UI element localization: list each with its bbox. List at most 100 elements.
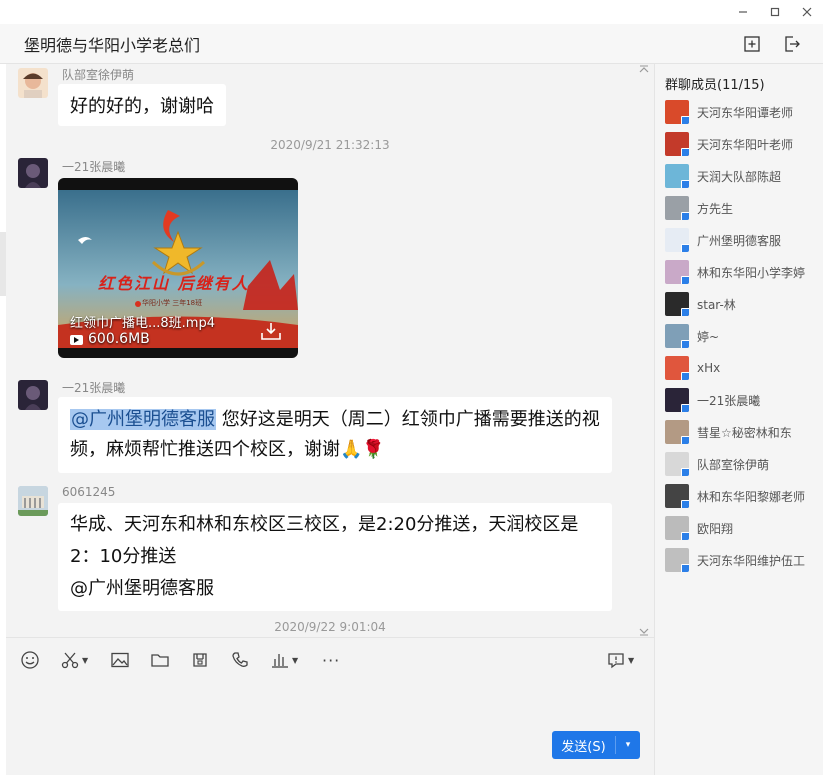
member-avatar (665, 420, 689, 444)
video-school-text: 华阳小学 三年18班 (142, 299, 203, 307)
input-toolbar: ▼ ▼ ··· ▼ (6, 637, 654, 681)
avatar[interactable] (18, 68, 48, 98)
member-avatar (665, 228, 689, 252)
scroll-up-icon[interactable] (638, 64, 650, 76)
sender-name: 一21张晨曦 (62, 381, 126, 395)
screenshot-cut-button[interactable]: ▼ (60, 650, 88, 670)
member-item[interactable]: 婷~ (665, 322, 823, 350)
chart-icon (272, 654, 288, 668)
exit-icon (785, 36, 800, 52)
mention-tag[interactable]: @广州堡明德客服 (70, 409, 216, 430)
member-item[interactable]: 一21张晨曦 (665, 386, 823, 414)
member-avatar (665, 292, 689, 316)
member-name: 一21张晨曦 (697, 393, 761, 408)
chevron-down-icon: ▼ (82, 655, 89, 665)
scissors-icon (61, 652, 79, 669)
member-name: 彗星☆秘密林和东 (697, 425, 792, 440)
minimize-button[interactable] (727, 0, 759, 24)
member-item[interactable]: 林和东华阳小学李婷 (665, 258, 823, 286)
vote-button[interactable]: ▼ (270, 650, 298, 670)
chat-title: 堡明德与华阳小学老总们 (24, 36, 201, 55)
history-button[interactable]: ▼ (606, 650, 634, 670)
member-name: 广州堡明德客服 (697, 233, 782, 248)
image-button[interactable] (110, 650, 130, 670)
member-item[interactable]: 天河东华阳谭老师 (665, 98, 823, 126)
avatar[interactable] (18, 158, 48, 188)
member-name: 天润大队部陈超 (697, 169, 782, 184)
member-avatar (665, 388, 689, 412)
video-banner-text: 红色江山 后继有人 (98, 274, 250, 293)
emoji-icon (21, 651, 39, 669)
more-button[interactable]: ··· (322, 650, 340, 670)
mobile-badge-icon (681, 532, 689, 540)
member-item[interactable]: 天河东华阳维护伍工 (665, 546, 823, 574)
member-item[interactable]: 林和东华阳黎娜老师 (665, 482, 823, 510)
mobile-badge-icon (681, 404, 689, 412)
member-avatar (665, 452, 689, 476)
video-filename: 红领巾广播电...8班.mp4 (70, 316, 215, 331)
mobile-badge-icon (681, 500, 689, 508)
message-bubble[interactable]: @广州堡明德客服 您好这是明天（周二）红领巾广播需要推送的视频，麻烦帮忙推送四个… (58, 397, 612, 473)
member-avatar (665, 484, 689, 508)
member-avatar (665, 516, 689, 540)
message-list[interactable]: 队部室徐伊萌 好的好的，谢谢哈 2020/9/21 21:32:13 一21张晨… (6, 64, 654, 637)
member-item[interactable]: star-林 (665, 290, 823, 318)
member-avatar (665, 196, 689, 220)
maximize-icon (770, 7, 780, 17)
video-message[interactable]: 红色江山 后继有人 华阳小学 三年18班 红领巾广播电...8班.mp4 600… (58, 178, 298, 358)
video-play-icon (70, 335, 83, 345)
member-name: 天河东华阳叶老师 (697, 137, 794, 152)
phone-icon (232, 652, 248, 667)
member-name: 天河东华阳维护伍工 (697, 553, 806, 568)
member-item[interactable]: 天河东华阳叶老师 (665, 130, 823, 158)
window-controls (727, 0, 823, 24)
file-button[interactable] (150, 650, 170, 670)
avatar[interactable] (18, 486, 48, 516)
download-icon[interactable] (260, 320, 282, 342)
member-avatar (665, 100, 689, 124)
message-input[interactable]: 发送(S) ▾ (6, 681, 654, 775)
member-item[interactable]: 队部室徐伊萌 (665, 450, 823, 478)
member-avatar (665, 260, 689, 284)
mobile-badge-icon (681, 436, 689, 444)
send-options-dropdown[interactable]: ▾ (616, 740, 640, 750)
message-bubble[interactable]: 好的好的，谢谢哈 (58, 84, 226, 126)
timestamp: 2020/9/22 9:01:04 (274, 620, 386, 634)
member-item[interactable]: 天润大队部陈超 (665, 162, 823, 190)
emoji-button[interactable] (20, 650, 40, 670)
message-bubble[interactable]: 华成、天河东和林和东校区三校区，是2:20分推送，天润校区是 2：10分推送 @… (58, 503, 612, 611)
exit-group-button[interactable] (782, 34, 802, 54)
chevron-down-icon: ▼ (292, 655, 299, 665)
member-item[interactable]: 欧阳翔 (665, 514, 823, 542)
sender-name: 队部室徐伊萌 (62, 68, 135, 82)
mobile-badge-icon (681, 468, 689, 476)
more-icon: ··· (322, 650, 341, 670)
member-name: xHx (697, 361, 721, 375)
mobile-badge-icon (681, 148, 689, 156)
member-name: 天河东华阳谭老师 (697, 105, 794, 120)
member-item[interactable]: 方先生 (665, 194, 823, 222)
close-button[interactable] (791, 0, 823, 24)
rose-emoji: 🌹 (362, 439, 385, 460)
pray-emoji: 🙏 (340, 439, 363, 460)
sender-name: 一21张晨曦 (62, 160, 126, 174)
member-item[interactable]: 彗星☆秘密林和东 (665, 418, 823, 446)
add-member-button[interactable] (742, 34, 762, 54)
member-name: 队部室徐伊萌 (697, 457, 770, 472)
send-button[interactable]: 发送(S) ▾ (552, 731, 640, 759)
user-avatar-icon (25, 164, 41, 188)
maximize-button[interactable] (759, 0, 791, 24)
voice-call-button[interactable] (230, 650, 250, 670)
member-item[interactable]: xHx (665, 354, 823, 382)
minimize-icon (739, 11, 747, 13)
avatar[interactable] (18, 380, 48, 410)
member-name: 林和东华阳黎娜老师 (697, 489, 806, 504)
mention-line[interactable]: @广州堡明德客服 (70, 573, 600, 605)
member-name: 方先生 (697, 201, 734, 216)
member-panel: 群聊成员(11/15) 天河东华阳谭老师 天河东华阳叶老师 天润大队部陈超 方先生 广州… (654, 64, 823, 775)
mobile-badge-icon (681, 308, 689, 316)
member-item[interactable]: 广州堡明德客服 (665, 226, 823, 254)
member-avatar (665, 164, 689, 188)
member-name: 林和东华阳小学李婷 (697, 265, 806, 280)
screen-capture-button[interactable] (190, 650, 210, 670)
